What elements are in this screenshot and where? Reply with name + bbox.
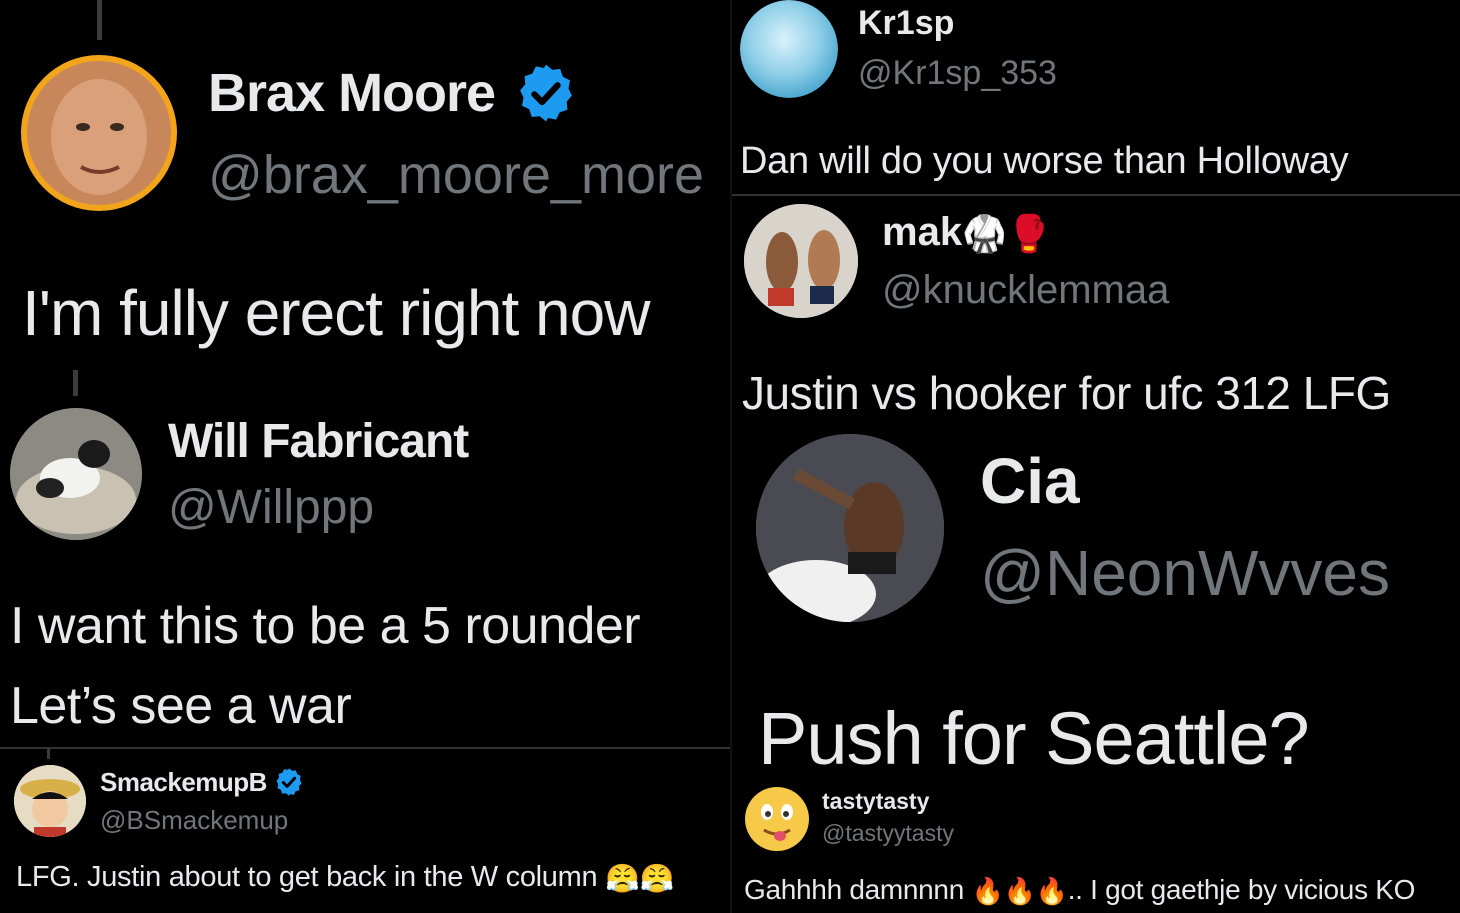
post-text: Justin vs hooker for ufc 312 LFG (742, 367, 1391, 419)
display-name[interactable]: SmackemupB (100, 767, 304, 798)
avatar[interactable] (744, 204, 858, 318)
thread-line (73, 370, 78, 396)
martial-arts-boxing-glove-icon: 🥋🥊 (962, 213, 1052, 255)
fire-emoji-icon: 🔥🔥🔥 (971, 876, 1068, 907)
handle[interactable]: @tastyytasty (822, 820, 954, 847)
handle[interactable]: @Willppp (168, 480, 374, 535)
post-krisp: Kr1sp @Kr1sp_353 Dan will do you worse t… (732, 0, 1460, 195)
handle[interactable]: @NeonWvves (980, 536, 1390, 610)
steam-face-emoji-icon: 😤😤 (605, 862, 675, 894)
display-name[interactable]: Brax Moore (208, 62, 577, 124)
profile-photo-icon (27, 61, 171, 205)
handle[interactable]: @knucklemmaa (882, 268, 1169, 313)
post-text: LFG. Justin about to get back in the W c… (16, 861, 675, 894)
dog-photo-icon (10, 408, 142, 540)
avatar[interactable] (744, 786, 810, 852)
display-name[interactable]: tastytasty (822, 788, 929, 815)
handle[interactable]: @Kr1sp_353 (858, 54, 1057, 93)
post-text: Dan will do you worse than Holloway (740, 140, 1349, 182)
handle[interactable]: @brax_moore_more (208, 144, 704, 206)
handle[interactable]: @BSmackemup (100, 805, 288, 836)
yum-emoji-icon (745, 787, 809, 851)
avatar[interactable] (756, 434, 944, 622)
post-will: Will Fabricant @Willppp I want this to b… (0, 370, 730, 748)
avatar[interactable] (10, 408, 142, 540)
blue-avatar-icon (740, 0, 838, 98)
avatar[interactable] (740, 0, 838, 98)
post-text: Push for Seattle? (758, 697, 1310, 780)
display-name[interactable]: Will Fabricant (168, 414, 469, 469)
post-text: I'm fully erect right now (22, 277, 650, 349)
anime-avatar-icon (14, 765, 86, 837)
display-name[interactable]: Cia (980, 444, 1080, 518)
post-cia: Cia @NeonWvves Push for Seattle? (732, 430, 1460, 780)
fighter-photo-icon (756, 434, 944, 622)
avatar[interactable] (14, 765, 86, 837)
display-name[interactable]: Kr1sp (858, 4, 954, 43)
post-mak: mak🥋🥊 @knucklemmaa Justin vs hooker for … (732, 196, 1460, 430)
post-text-line1: I want this to be a 5 rounder (10, 597, 641, 655)
avatar[interactable] (21, 55, 177, 211)
post-smack: SmackemupB @BSmackemup LFG. Justin about… (0, 749, 730, 913)
verified-badge-icon (276, 768, 302, 796)
thread-line (97, 0, 102, 40)
post-tasty: tastytasty @tastyytasty Gahhhh damnnnn 🔥… (732, 780, 1460, 913)
display-name[interactable]: mak🥋🥊 (882, 210, 1052, 255)
post-brax: Brax Moore @brax_moore_more I'm fully er… (0, 0, 730, 370)
post-text: Gahhhh damnnnn 🔥🔥🔥.. I got gaethje by vi… (744, 874, 1416, 907)
fighters-photo-icon (744, 204, 858, 318)
post-text-line2: Let’s see a war (10, 677, 352, 735)
thread-line (47, 749, 50, 759)
verified-badge-icon (520, 64, 572, 122)
